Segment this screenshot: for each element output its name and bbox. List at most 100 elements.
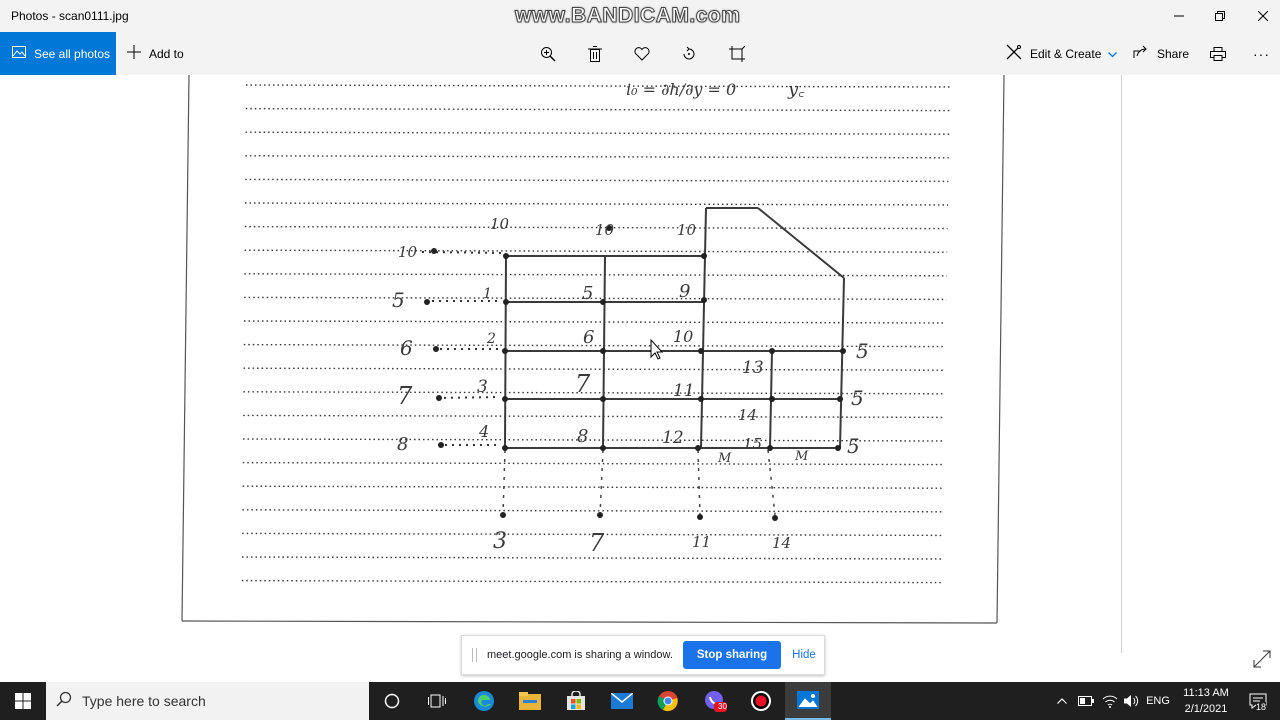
minimize-button[interactable] [1156,0,1202,32]
maximize-button[interactable] [1197,0,1243,32]
edge-label: 1 [483,286,492,302]
clock-time: 11:13 AM [1183,687,1229,699]
minimize-icon [1174,15,1184,17]
delete-button[interactable] [583,42,607,66]
ruled-line [243,320,947,324]
wifi-icon [1102,695,1118,708]
node-point [600,348,606,354]
crop-icon [729,46,745,62]
taskbar-file-explorer[interactable] [507,682,553,720]
taskbar-viber[interactable]: 30 [692,682,738,720]
search-placeholder: Type here to search [82,693,206,709]
drag-handle[interactable] [472,648,477,662]
left-label: 8 [397,434,408,455]
fullscreen-button[interactable] [1253,650,1271,673]
panel-divider [1121,75,1122,653]
crop-button[interactable] [725,42,749,66]
rotate-icon [683,46,695,60]
volume-control[interactable] [1121,682,1143,720]
chevron-up-icon [1057,698,1067,704]
node-point [698,348,704,354]
edge-icon [474,691,494,711]
network-status[interactable] [1099,682,1121,720]
node-point [424,299,430,305]
taskbar-chrome[interactable] [645,682,691,720]
hide-banner-link[interactable]: Hide [792,649,816,661]
node-point [769,348,775,354]
taskbar-edge[interactable] [461,682,507,720]
taskbar-bandicam[interactable] [738,682,784,720]
task-view-button[interactable] [414,682,460,720]
see-all-photos-label: See all photos [34,46,111,61]
ruled-line [242,509,943,513]
node-point [502,396,508,402]
speaker-icon [1124,695,1139,707]
node-point [436,395,442,401]
show-hidden-icons-button[interactable] [1053,682,1071,720]
battery-status[interactable] [1075,682,1097,720]
trash-icon [588,46,602,62]
cortana-button[interactable] [369,682,415,720]
mouse-cursor-icon [650,338,664,360]
search-icon [56,691,72,712]
input-language[interactable]: ENG [1143,682,1173,720]
ruled-line [245,107,950,112]
node-point [597,512,603,518]
taskbar-search-box[interactable]: Type here to search [46,682,369,720]
zoom-button[interactable] [536,42,560,66]
rotate-button[interactable] [677,42,701,66]
node-point [503,253,509,259]
window-title: Photos - scan0111.jpg [11,9,129,23]
formula-text: i₀ = ∂h/∂y = 0 [626,80,736,99]
close-icon [1258,11,1268,21]
folder-icon [519,692,541,710]
cortana-circle-icon [384,693,400,709]
taskbar-mail[interactable] [599,682,645,720]
node-point [695,445,701,451]
clock-date: 2/1/2021 [1184,703,1228,715]
node-point [502,348,508,354]
share-button[interactable]: Share [1133,32,1189,75]
chrome-icon [657,691,678,712]
edit-create-button[interactable]: Edit & Create [1006,32,1118,75]
start-button[interactable] [0,682,46,720]
taskbar-clock[interactable]: 11:13 AM 2/1/2021 [1176,685,1236,717]
taskbar-store[interactable] [553,682,599,720]
taskbar-photos[interactable] [785,682,831,720]
see-all-photos-button[interactable]: See all photos [0,32,116,75]
cell-label: 6 [583,327,594,348]
stop-sharing-button[interactable]: Stop sharing [682,641,782,669]
ruled-line [242,438,945,442]
battery-icon [1078,696,1094,706]
share-message: meet.google.com is sharing a window. [487,649,673,661]
edge-label: 3 [477,377,488,397]
bottom-label: 11 [692,533,711,551]
node-point [600,299,606,305]
left-label: 5 [392,288,405,312]
node-point [698,396,704,402]
bottom-label: 14 [772,534,791,552]
right-label: 5 [851,386,864,410]
node-point [701,297,707,303]
cell-label: 7 [575,370,591,398]
close-button[interactable] [1240,0,1280,32]
task-view-icon [428,694,446,708]
add-to-button[interactable]: Add to [127,32,184,75]
ruled-line [245,178,949,183]
ruled-line [244,249,948,253]
favorite-button[interactable] [630,42,654,66]
ruled-line [243,367,946,371]
action-center-button[interactable]: 18 [1242,682,1274,720]
photos-app-icon [797,691,819,709]
node-point [502,445,508,451]
print-button[interactable] [1206,42,1230,66]
photo-viewport[interactable]: i₀ = ∂h/∂y = 0 y꜀ 10 10 10 10 5 6 7 8 1 … [0,75,1280,682]
node-point [697,514,703,520]
ruled-line [242,461,944,466]
share-label: Share [1157,46,1190,61]
more-options-button[interactable]: ··· [1253,32,1270,75]
left-label: 6 [400,336,413,360]
ruled-line [245,131,950,135]
bottom-label: 3 [493,529,507,554]
ruled-line [244,296,947,301]
